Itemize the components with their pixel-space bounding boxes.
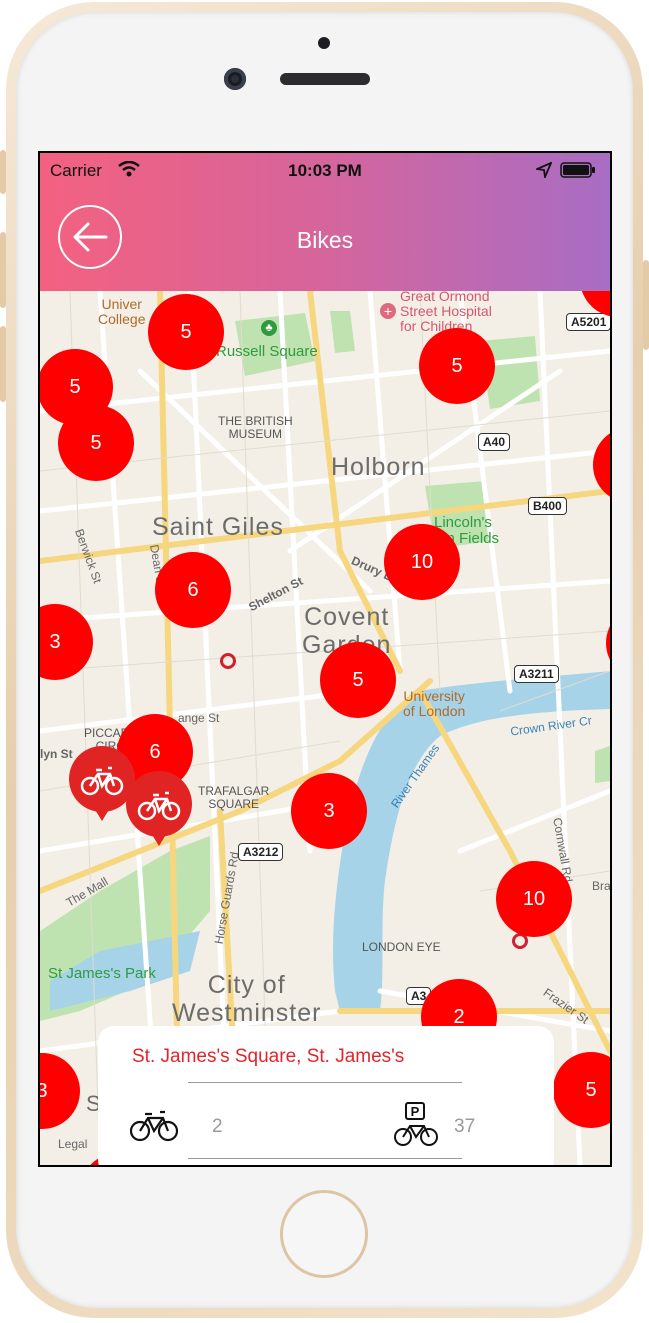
map-label-university-college: Univer College	[98, 296, 146, 327]
station-info-card[interactable]: St. James's Square, St. James's 2 P 37	[98, 1026, 554, 1165]
map-label-russell-square: Russell Square	[216, 343, 318, 360]
bike-cluster[interactable]: 6	[155, 552, 231, 628]
divider	[188, 1158, 462, 1159]
volume-up-button	[0, 232, 6, 308]
battery-icon	[560, 162, 595, 178]
map-label-london-eye: LONDON EYE	[362, 940, 441, 954]
map-label-holborn: Holborn	[331, 453, 426, 481]
proximity-sensor	[318, 37, 330, 49]
earpiece-speaker	[280, 73, 370, 85]
legal-link[interactable]: Legal	[58, 1137, 87, 1151]
bike-icon	[130, 1110, 178, 1142]
map-label-university-of-london: University of London	[403, 688, 466, 719]
bike-cluster[interactable]: 5	[320, 642, 396, 718]
bike-cluster[interactable]: 5	[419, 328, 495, 404]
bike-cluster[interactable]: 10	[384, 524, 460, 600]
volume-down-button	[0, 326, 6, 402]
bikes-available: 2	[212, 1116, 223, 1137]
road-badge-a3212: A3212	[238, 843, 284, 861]
hospital-icon: +	[380, 303, 396, 319]
front-camera	[224, 68, 246, 90]
location-arrow-icon	[536, 162, 552, 178]
map-label-orange-st: ange St	[178, 711, 220, 725]
map-label-city-of-westminster: City of Westminster	[172, 971, 322, 1027]
nav-header: Carrier 10:03 PM Bikes	[40, 153, 610, 291]
map-label-trafalgar-square: TRAFALGAR SQUARE	[198, 784, 270, 811]
bike-station-pin-selected[interactable]	[125, 771, 193, 847]
bike-cluster[interactable]: 5	[148, 294, 224, 370]
bike-parking-icon: P	[394, 1102, 438, 1146]
map-label-great-ormond: Great Ormond Street Hospital for Childre…	[400, 291, 492, 334]
screen: Univer College Russell Square ♣ + Great …	[38, 151, 612, 1167]
road-badge-b400: B400	[528, 497, 567, 515]
status-time: 10:03 PM	[288, 161, 362, 180]
bike-cluster[interactable]: 5	[58, 405, 134, 481]
road-badge-a3211: A3211	[514, 665, 559, 683]
road-badge-a5201: A5201	[566, 313, 610, 331]
docks-available: 37	[454, 1116, 476, 1137]
divider	[188, 1082, 462, 1083]
svg-text:P: P	[411, 1104, 420, 1119]
bike-cluster[interactable]: 10	[496, 861, 572, 937]
map-label-british-museum: THE BRITISH MUSEUM	[218, 414, 293, 441]
map-label-saint-giles: Saint Giles	[152, 513, 284, 541]
map-label-bra: Bra	[592, 879, 610, 893]
map-label-st-james-park: St James's Park	[48, 965, 156, 982]
power-button	[643, 260, 649, 350]
home-button[interactable]	[280, 1190, 368, 1278]
mute-switch	[0, 150, 6, 194]
page-title: Bikes	[296, 227, 354, 253]
station-name: St. James's Square, St. James's	[132, 1046, 405, 1067]
park-icon: ♣	[261, 320, 277, 336]
status-bar: Carrier 10:03 PM	[40, 153, 610, 189]
underground-icon	[220, 653, 236, 669]
bike-cluster[interactable]: 3	[291, 773, 367, 849]
road-badge-a40: A40	[478, 433, 511, 451]
